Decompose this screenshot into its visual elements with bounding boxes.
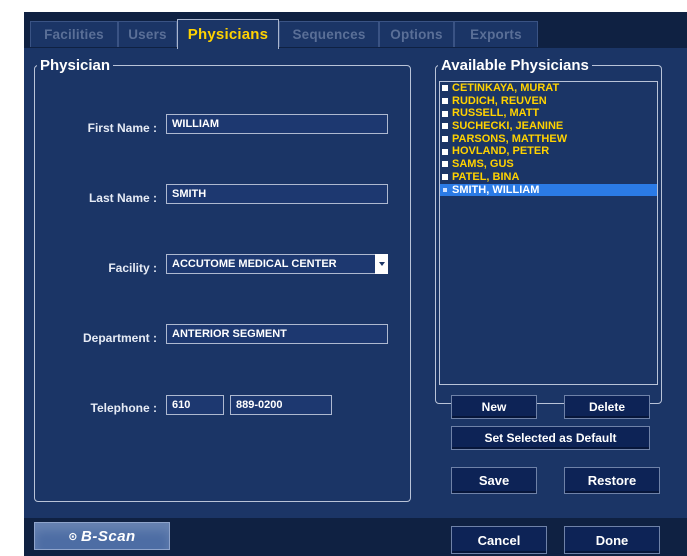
available-physicians-title: Available Physicians (441, 57, 589, 74)
new-button[interactable]: New (451, 395, 537, 419)
cancel-button[interactable]: Cancel (451, 526, 547, 554)
list-item[interactable]: HOVLAND, PETER (440, 145, 657, 158)
list-bullet-icon (442, 85, 448, 92)
list-item[interactable]: PARSONS, MATTHEW (440, 133, 657, 146)
last-name-field[interactable]: SMITH (166, 184, 388, 204)
tab-sequences[interactable]: Sequences (279, 21, 379, 47)
list-item[interactable]: RUSSELL, MATT (440, 107, 657, 120)
delete-button[interactable]: Delete (564, 395, 650, 419)
list-bullet-icon (442, 136, 448, 143)
list-bullet-icon (442, 186, 448, 193)
last-name-label: Last Name : (88, 191, 157, 205)
first-name-field[interactable]: WILLIAM (166, 114, 388, 134)
list-item[interactable]: PATEL, BINA (440, 171, 657, 184)
department-field[interactable]: ANTERIOR SEGMENT (166, 324, 388, 344)
list-bullet-icon (442, 148, 448, 155)
physician-list[interactable]: CETINKAYA, MURAT RUDICH, REUVEN RUSSELL,… (439, 81, 658, 385)
tab-users[interactable]: Users (118, 21, 177, 47)
tab-physicians[interactable]: Physicians (177, 19, 279, 49)
tab-options[interactable]: Options (379, 21, 454, 47)
done-button[interactable]: Done (564, 526, 660, 554)
list-bullet-icon (442, 110, 448, 117)
list-item[interactable]: RUDICH, REUVEN (440, 95, 657, 108)
telephone-label: Telephone : (90, 401, 157, 415)
facility-label: Facility : (108, 261, 157, 275)
phone-area-field[interactable]: 610 (166, 395, 224, 415)
physician-group-title: Physician (40, 57, 111, 74)
tab-exports[interactable]: Exports (454, 21, 538, 47)
list-bullet-icon (442, 174, 448, 181)
list-bullet-icon (442, 98, 448, 105)
tab-facilities[interactable]: Facilities (30, 21, 118, 47)
facility-select[interactable]: ACCUTOME MEDICAL CENTER (166, 254, 376, 274)
phone-number-field[interactable]: 889-0200 (230, 395, 332, 415)
list-item[interactable]: CETINKAYA, MURAT (440, 82, 657, 95)
list-item-selected[interactable]: SMITH, WILLIAM (440, 183, 657, 197)
department-label: Department : (82, 331, 157, 345)
list-item[interactable]: SUCHECKI, JEANINE (440, 120, 657, 133)
list-item[interactable]: SAMS, GUS (440, 158, 657, 171)
save-button[interactable]: Save (451, 467, 537, 494)
bscan-logo: ⊙ B-Scan (34, 522, 170, 550)
chevron-down-icon[interactable] (375, 254, 388, 274)
settings-window: Facilities Users Physicians Sequences Op… (24, 12, 687, 556)
restore-button[interactable]: Restore (564, 467, 660, 494)
list-bullet-icon (442, 123, 448, 130)
first-name-label: First Name : (87, 121, 157, 135)
list-bullet-icon (442, 161, 448, 168)
set-default-button[interactable]: Set Selected as Default (451, 426, 650, 450)
